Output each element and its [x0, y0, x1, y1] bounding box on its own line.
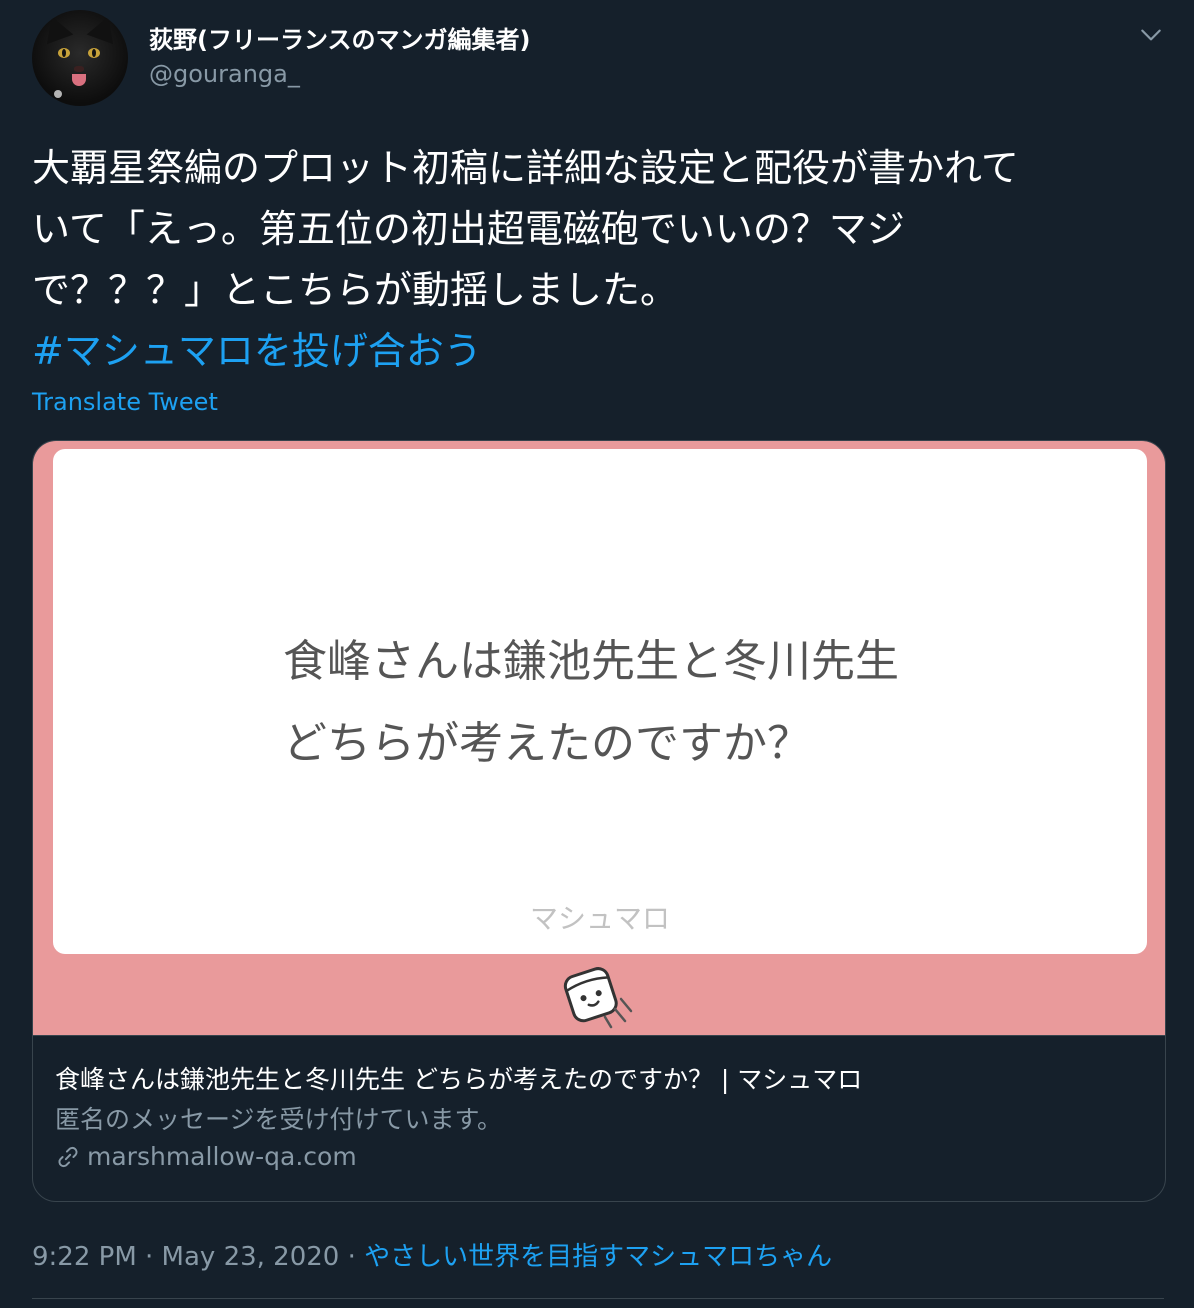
- avatar-ear-left: [38, 11, 74, 45]
- avatar-eye-left: [58, 48, 70, 58]
- card-domain-text: marshmallow-qa.com: [87, 1142, 357, 1171]
- tweet-timestamp[interactable]: 9:22 PM · May 23, 2020 ·: [32, 1242, 364, 1272]
- tweet-source-link[interactable]: やさしい世界を目指すマシュマロちゃん: [364, 1242, 832, 1272]
- card-question-panel: 食峰さんは鎌池先生と冬川先生 どちらが考えたのですか？ マシュマロ: [53, 449, 1147, 954]
- card-question-line: どちらが考えたのですか？: [283, 718, 811, 769]
- card-title: 食峰さんは鎌池先生と冬川先生 どちらが考えたのですか？ | マシュマロ: [55, 1065, 863, 1094]
- link-card[interactable]: 食峰さんは鎌池先生と冬川先生 どちらが考えたのですか？ マシュマロ 食峰さんは鎌…: [32, 440, 1166, 1202]
- chevron-down-icon[interactable]: [1138, 22, 1164, 48]
- translate-tweet-link[interactable]: Translate Tweet: [32, 388, 218, 416]
- avatar-tongue: [72, 74, 86, 86]
- tweet-text-line: で？？？」とこちらが動揺しました。: [32, 268, 679, 312]
- avatar[interactable]: [32, 10, 128, 106]
- card-info: 食峰さんは鎌池先生と冬川先生 どちらが考えたのですか？ | マシュマロ 匿名のメ…: [33, 1035, 1165, 1201]
- marshmallow-icon: [563, 967, 633, 1029]
- link-icon: [58, 1146, 78, 1167]
- card-domain: marshmallow-qa.com: [55, 1142, 357, 1171]
- tweet: 荻野(フリーランスのマンガ編集者) @gouranga_ 大覇星祭編のプロット初…: [0, 0, 1194, 1308]
- author-handle[interactable]: @gouranga_: [149, 60, 300, 88]
- card-brand-label: マシュマロ: [529, 902, 670, 935]
- tweet-text-line: 大覇星祭編のプロット初稿に詳細な設定と配役が書かれて: [32, 146, 1019, 190]
- card-question-line: 食峰さんは鎌池先生と冬川先生: [283, 636, 899, 687]
- card-question: 食峰さんは鎌池先生と冬川先生 どちらが考えたのですか？: [283, 621, 899, 785]
- card-description: 匿名のメッセージを受け付けています。: [55, 1105, 503, 1134]
- hashtag-link[interactable]: #マシュマロを投げ合おう: [32, 321, 1152, 382]
- tweet-text-line: いて「えっ。第五位の初出超電磁砲でいいの？マジ: [32, 207, 905, 251]
- avatar-ear-right: [86, 11, 122, 45]
- tweet-text: 大覇星祭編のプロット初稿に詳細な設定と配役が書かれて いて「えっ。第五位の初出超…: [32, 138, 1152, 382]
- avatar-spot: [54, 90, 62, 98]
- author-display-name[interactable]: 荻野(フリーランスのマンガ編集者): [149, 20, 530, 55]
- card-image: 食峰さんは鎌池先生と冬川先生 どちらが考えたのですか？ マシュマロ: [33, 441, 1165, 1035]
- divider: [32, 1298, 1164, 1299]
- tweet-meta: 9:22 PM · May 23, 2020 · やさしい世界を目指すマシュマロ…: [32, 1236, 832, 1273]
- avatar-eye-right: [88, 48, 100, 58]
- avatar-nose: [74, 66, 84, 72]
